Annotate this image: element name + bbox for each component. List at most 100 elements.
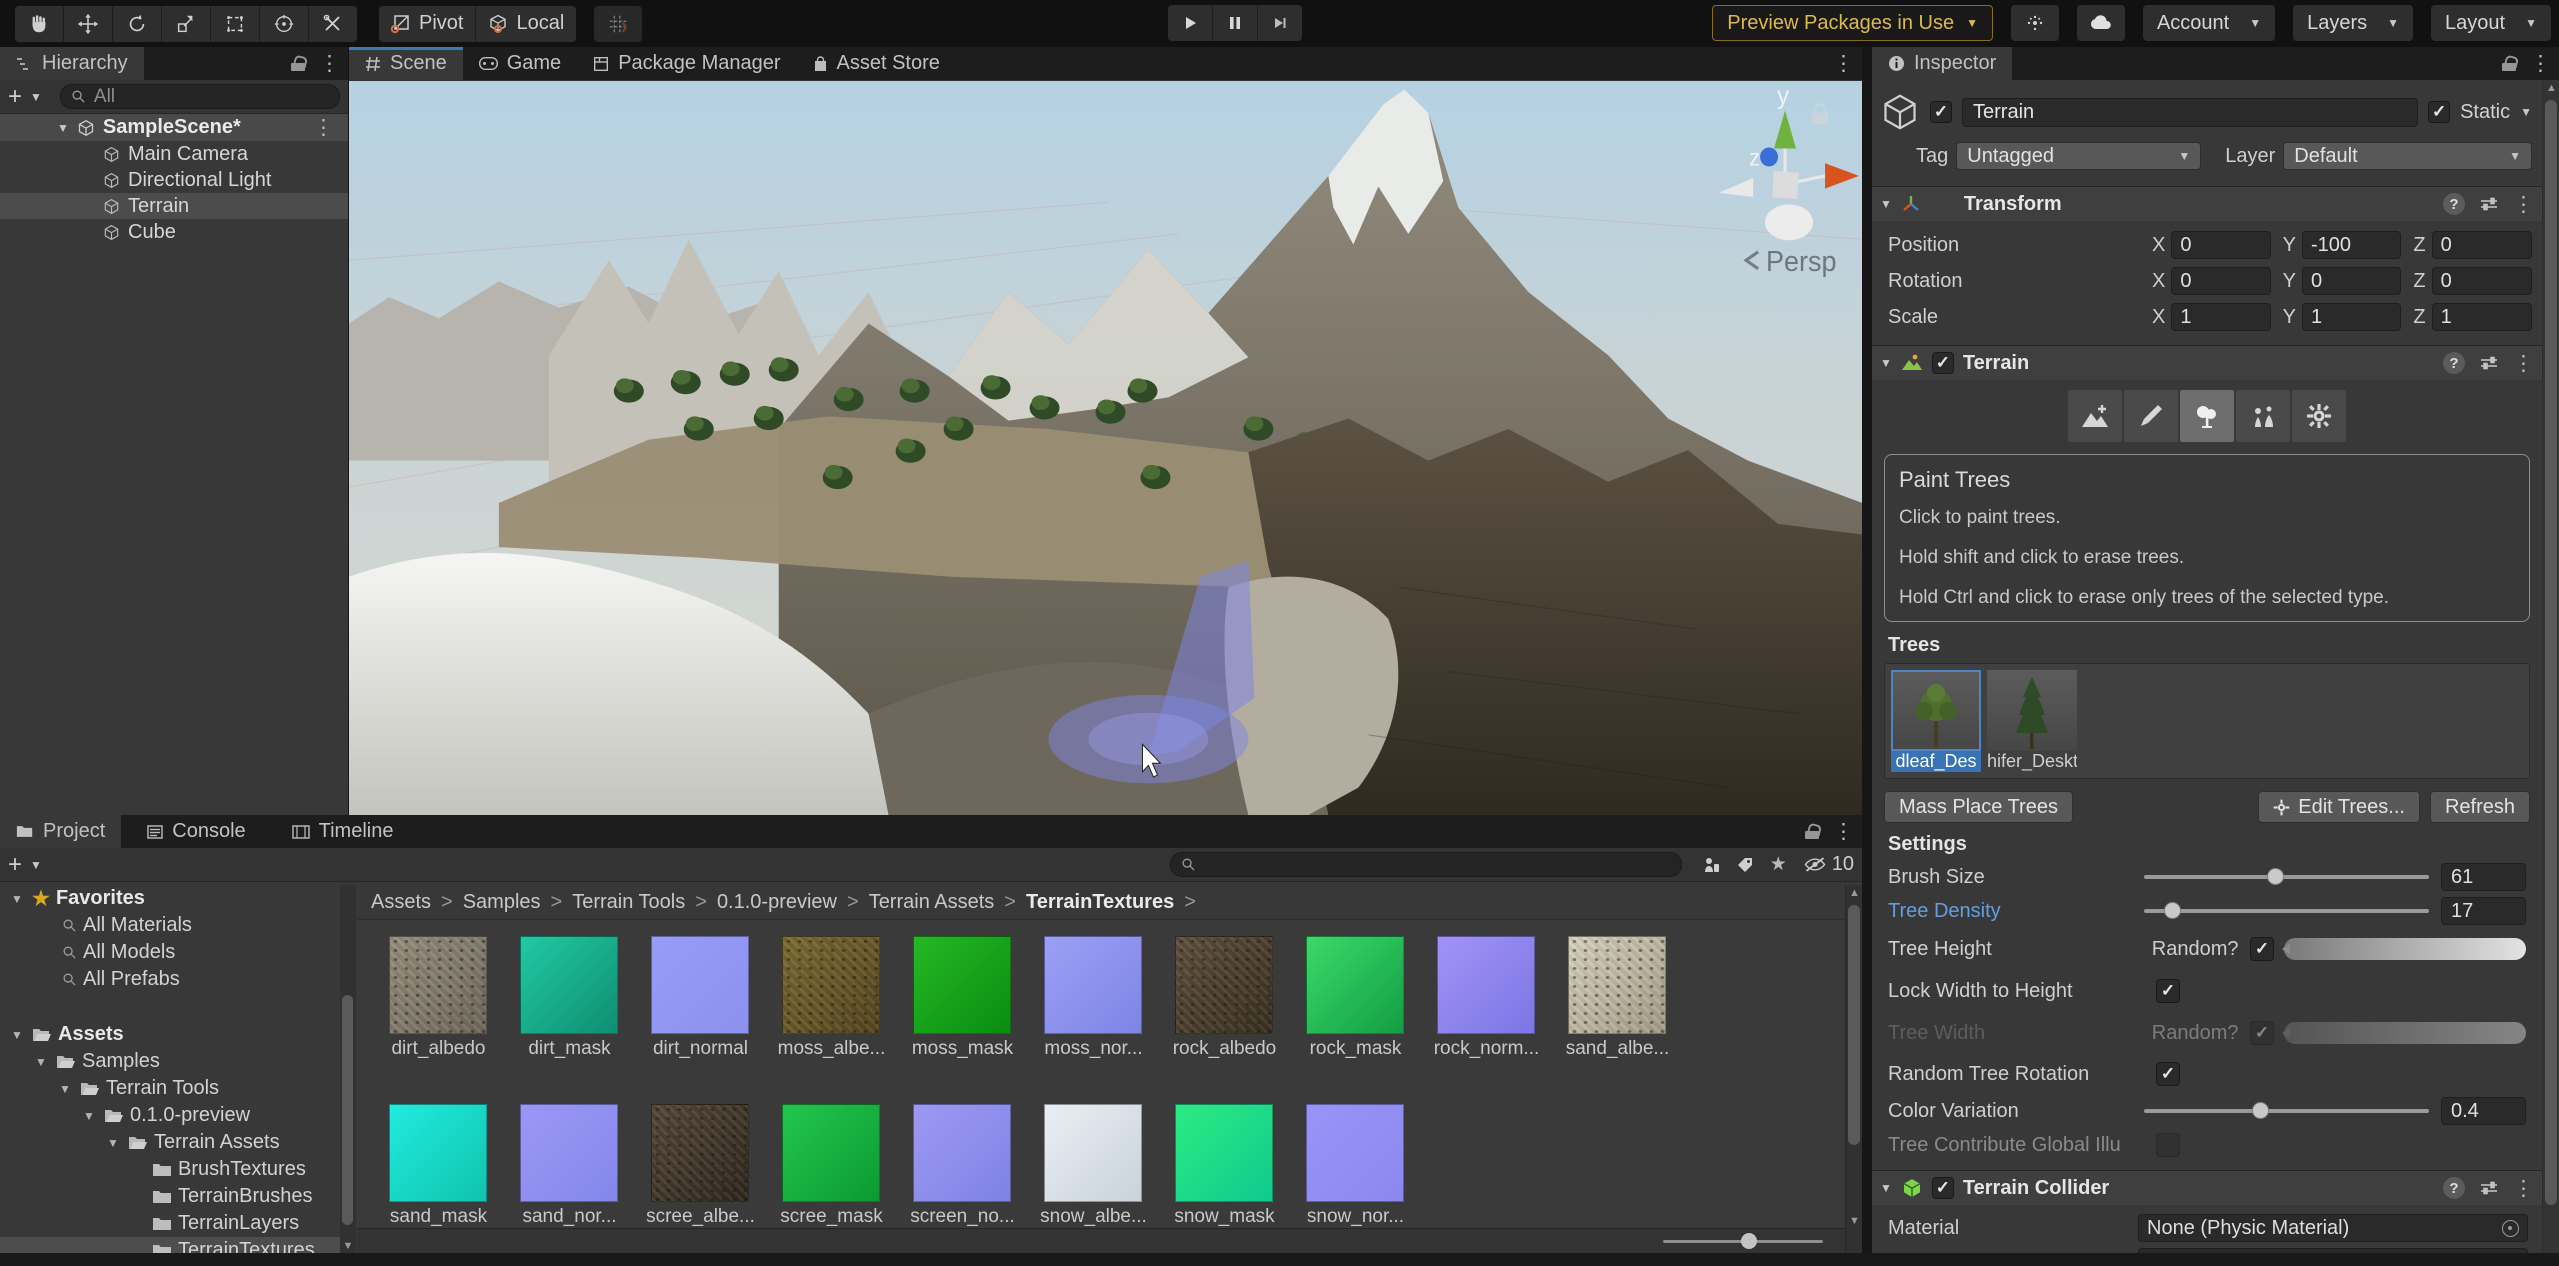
asset-tile-rock-mask[interactable]: rock_mask	[1306, 936, 1404, 1060]
hidden-count-button[interactable]: 10	[1803, 853, 1854, 876]
help-icon[interactable]: ?	[2443, 352, 2465, 374]
edit-trees-button[interactable]: Edit Trees...	[2258, 791, 2420, 823]
create-neighbor-terrain-tool[interactable]	[2068, 390, 2122, 442]
cloud-button[interactable]	[2077, 5, 2125, 41]
pause-button[interactable]	[1213, 5, 1257, 41]
scale-z-field[interactable]: 1	[2432, 303, 2532, 331]
scene-viewport[interactable]: x y z Persp	[349, 81, 1862, 815]
tab-package-manager[interactable]: Package Manager	[577, 47, 796, 80]
static-dropdown-icon[interactable]: ▼	[2520, 105, 2532, 119]
breadcrumb-item-terrain-tools[interactable]: Terrain Tools	[572, 891, 685, 914]
lock-icon[interactable]	[1805, 824, 1819, 839]
tab-console[interactable]: Console	[131, 815, 261, 848]
scrollbar-thumb[interactable]	[2545, 100, 2557, 1205]
tree-width-range-slider[interactable]	[2284, 1022, 2526, 1044]
folder-item-samples[interactable]: ▼Samples	[0, 1048, 355, 1075]
favorites-item-all-models[interactable]: All Models	[0, 939, 355, 966]
hand-tool-button[interactable]	[15, 6, 63, 42]
foldout-caret-icon[interactable]: ▼	[80, 1109, 98, 1123]
scale-y-field[interactable]: 1	[2302, 303, 2401, 331]
asset-tile-snow-albe[interactable]: snow_albe...	[1044, 1104, 1142, 1228]
lock-icon[interactable]	[2502, 56, 2516, 71]
hierarchy-item-directional-light[interactable]: Directional Light	[0, 167, 348, 193]
custom-tool-button[interactable]	[309, 6, 357, 42]
breadcrumb-item-terrain-assets[interactable]: Terrain Assets	[869, 891, 995, 914]
foldout-caret-icon[interactable]: ▼	[8, 892, 26, 906]
collider-enabled-checkbox[interactable]: ✓	[1932, 1177, 1954, 1199]
tree-density-field[interactable]: 17	[2441, 897, 2526, 925]
asset-grid-scrollbar[interactable]: ▲ ▼	[1845, 885, 1862, 1253]
hierarchy-item-cube[interactable]: Cube	[0, 219, 348, 245]
color-variation-field[interactable]: 0.4	[2441, 1097, 2526, 1125]
breadcrumb-item-0-1-0-preview[interactable]: 0.1.0-preview	[717, 891, 837, 914]
asset-tile-dirt-albedo[interactable]: dirt_albedo	[389, 936, 487, 1060]
color-variation-slider[interactable]	[2144, 1109, 2429, 1113]
folder-item-terrain-assets[interactable]: ▼Terrain Assets	[0, 1129, 355, 1156]
transform-tool-button[interactable]	[260, 6, 308, 42]
asset-tile-snow-nor[interactable]: snow_nor...	[1306, 1104, 1404, 1228]
move-tool-button[interactable]	[64, 6, 112, 42]
material-object-field[interactable]: None (Physic Material)	[2138, 1214, 2528, 1242]
object-name-field[interactable]: Terrain	[1962, 98, 2418, 127]
kebab-menu-icon[interactable]: ⋮	[2513, 353, 2534, 374]
tree-height-range-slider[interactable]	[2284, 938, 2526, 960]
thumbnail-size-slider[interactable]	[1663, 1240, 1823, 1243]
object-picker-icon[interactable]	[2502, 1220, 2519, 1237]
create-button[interactable]: +	[8, 85, 22, 109]
layout-dropdown[interactable]: Layout▼	[2431, 5, 2551, 41]
help-icon[interactable]: ?	[2443, 193, 2465, 215]
asset-tile-moss-nor[interactable]: moss_nor...	[1044, 936, 1142, 1060]
tree-height-random-checkbox[interactable]: ✓	[2250, 937, 2274, 961]
tab-game[interactable]: Game	[463, 47, 577, 80]
asset-tile-moss-mask[interactable]: moss_mask	[913, 936, 1011, 1060]
project-search[interactable]	[1170, 852, 1682, 877]
transform-component-header[interactable]: ▼ Transform ? ⋮	[1872, 186, 2542, 221]
scroll-down-icon[interactable]: ▼	[340, 1240, 356, 1252]
scale-x-field[interactable]: 1	[2171, 303, 2270, 331]
kebab-menu-icon[interactable]: ⋮	[313, 117, 334, 138]
rotation-x-field[interactable]: 0	[2171, 267, 2270, 295]
tag-icon[interactable]	[1736, 856, 1754, 874]
account-dropdown[interactable]: Account▼	[2143, 5, 2275, 41]
presets-icon[interactable]	[2479, 196, 2499, 212]
scroll-up-icon[interactable]: ▲	[1846, 887, 1863, 899]
scrollbar-thumb[interactable]	[1848, 905, 1860, 1145]
grid-snap-button[interactable]	[594, 6, 642, 42]
foldout-caret-icon[interactable]: ▼	[1880, 1181, 1892, 1195]
tree-width-random-checkbox[interactable]: ✓	[2250, 1021, 2274, 1045]
tab-timeline[interactable]: Timeline	[276, 815, 410, 848]
random-rotation-checkbox[interactable]: ✓	[2156, 1062, 2180, 1086]
create-dropdown-icon[interactable]: ▼	[30, 90, 42, 104]
inspector-scrollbar[interactable]: ▲ ▼	[2542, 80, 2559, 1266]
kebab-menu-icon[interactable]: ⋮	[319, 53, 340, 74]
terrain-settings-tool[interactable]	[2292, 390, 2346, 442]
scale-tool-button[interactable]	[162, 6, 210, 42]
create-asset-button[interactable]: +	[8, 853, 22, 877]
brush-size-slider[interactable]	[2144, 875, 2429, 879]
asset-tile-scree-albe[interactable]: scree_albe...	[651, 1104, 749, 1228]
kebab-menu-icon[interactable]: ⋮	[2530, 53, 2551, 74]
tree-prefab-conifer[interactable]: hifer_Deskt	[1987, 670, 2077, 772]
component-enabled-checkbox[interactable]: ✓	[1932, 352, 1954, 374]
asset-tile-sand-nor[interactable]: sand_nor...	[520, 1104, 618, 1228]
project-search-input[interactable]	[1204, 854, 1671, 876]
kebab-menu-icon[interactable]: ⋮	[2513, 194, 2534, 215]
mass-place-trees-button[interactable]: Mass Place Trees	[1884, 791, 2073, 823]
foldout-caret-icon[interactable]: ▼	[1880, 197, 1892, 211]
tree-prefab-broadleaf[interactable]: dleaf_Des	[1891, 670, 1981, 772]
foldout-caret-icon[interactable]: ▼	[1880, 356, 1892, 370]
tab-scene[interactable]: Scene	[349, 47, 463, 80]
folder-item-terrainlayers[interactable]: TerrainLayers	[0, 1210, 355, 1237]
local-toggle-button[interactable]: Local	[476, 6, 576, 42]
lock-icon[interactable]	[291, 56, 305, 71]
gameobject-cube-icon[interactable]	[1880, 92, 1920, 132]
rect-tool-button[interactable]	[211, 6, 259, 42]
position-x-field[interactable]: 0	[2171, 231, 2270, 259]
folder-item-terrain-tools[interactable]: ▼Terrain Tools	[0, 1075, 355, 1102]
pivot-toggle-button[interactable]: Pivot	[379, 6, 475, 42]
asset-tile-scree-mask[interactable]: scree_mask	[782, 1104, 880, 1228]
foldout-caret-icon[interactable]: ▼	[56, 1082, 74, 1096]
terrain-component-header[interactable]: ▼ ✓ Terrain ? ⋮	[1872, 345, 2542, 380]
folder-item-terrainbrushes[interactable]: TerrainBrushes	[0, 1183, 355, 1210]
asset-tile-screen-no[interactable]: screen_no...	[913, 1104, 1011, 1228]
